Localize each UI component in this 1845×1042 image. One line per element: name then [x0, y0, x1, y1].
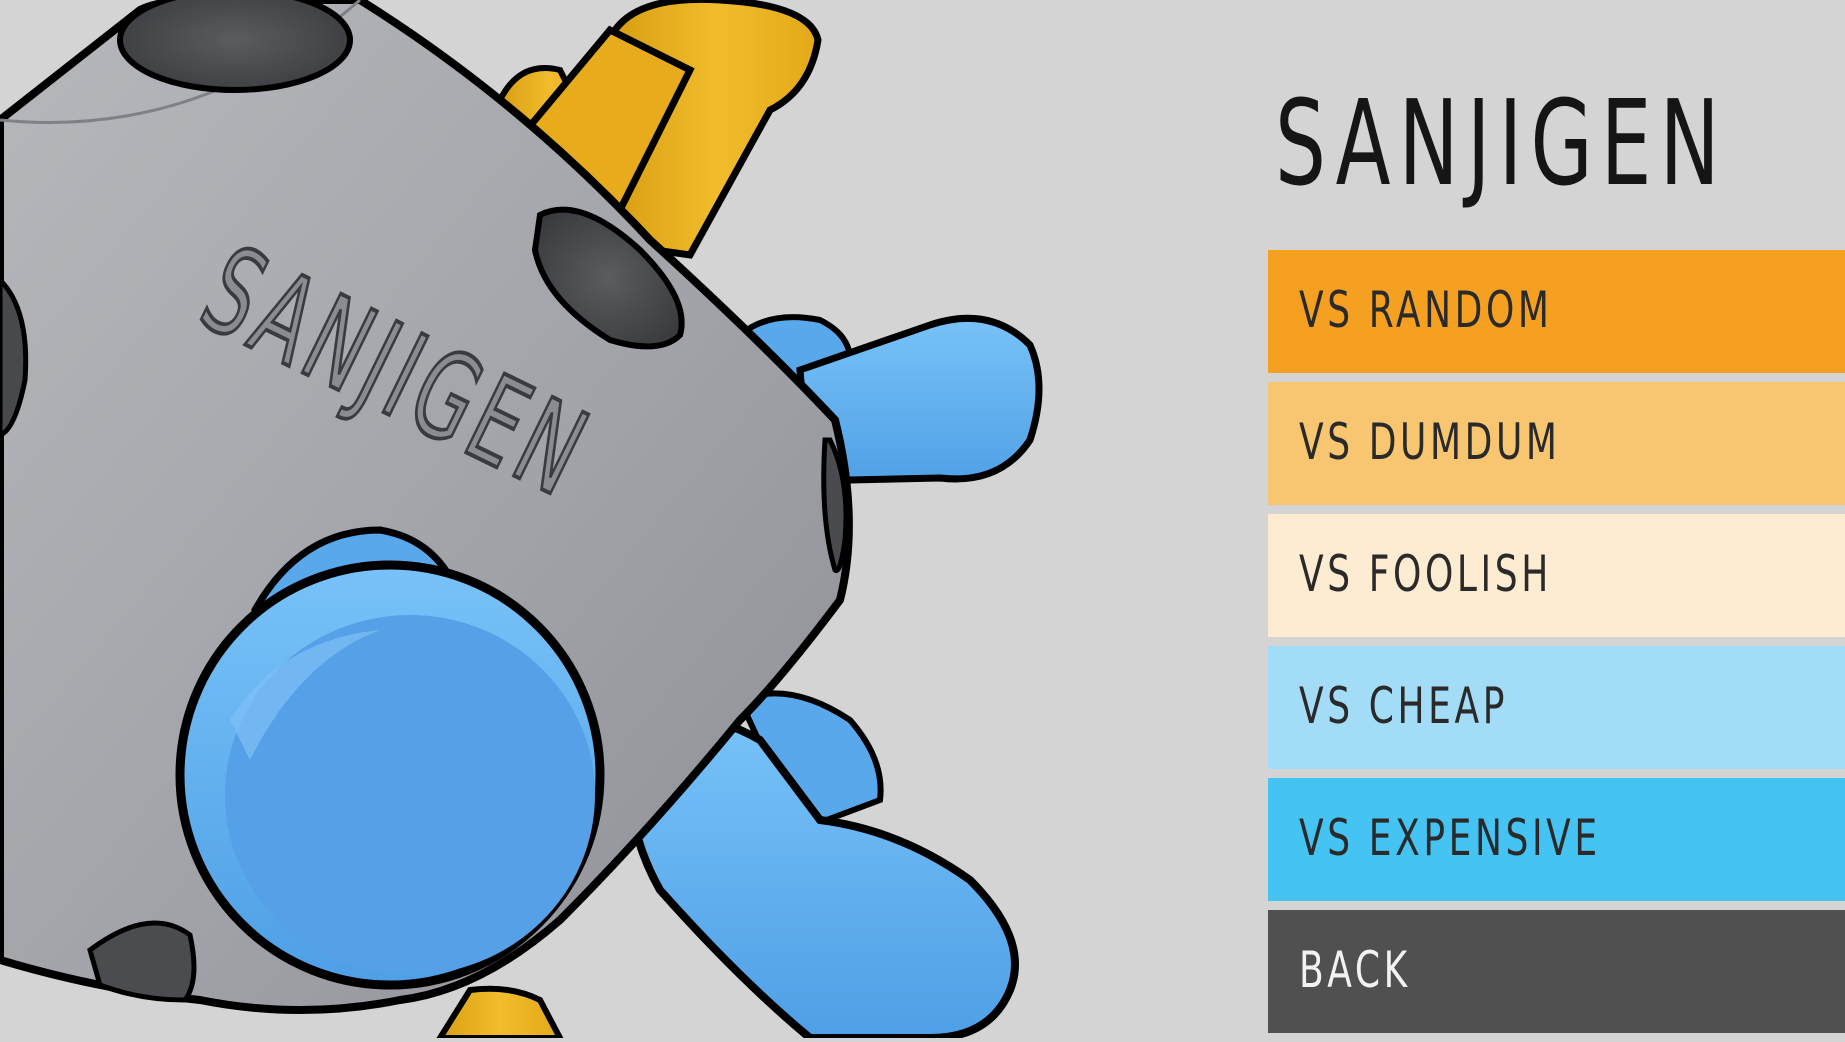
vs-foolish-button[interactable]: VS FOOLISH: [1268, 514, 1845, 637]
menu-button-label: VS DUMDUM: [1299, 413, 1561, 471]
menu-button-label: VS FOOLISH: [1299, 545, 1552, 603]
vs-cheap-button[interactable]: VS CHEAP: [1268, 646, 1845, 769]
mode-menu: VS RANDOM VS DUMDUM VS FOOLISH VS CHEAP VS E…: [1268, 250, 1845, 1042]
vs-dumdum-button[interactable]: VS DUMDUM: [1268, 382, 1845, 505]
vs-random-button[interactable]: VS RANDOM: [1268, 250, 1845, 373]
menu-button-label: BACK: [1299, 941, 1411, 999]
game-title: SANJIGEN: [1275, 74, 1728, 212]
vs-expensive-button[interactable]: VS EXPENSIVE: [1268, 778, 1845, 901]
menu-button-label: VS RANDOM: [1299, 281, 1553, 339]
menu-button-label: VS CHEAP: [1299, 677, 1509, 735]
cube-hole: [117, 0, 353, 93]
game-3d-viewport[interactable]: SANJIGEN: [0, 0, 1080, 1038]
blue-peg-front-large[interactable]: [175, 560, 605, 990]
menu-button-label: VS EXPENSIVE: [1299, 809, 1601, 867]
back-button[interactable]: BACK: [1268, 910, 1845, 1033]
yellow-peg-bottom[interactable]: [436, 985, 564, 1038]
